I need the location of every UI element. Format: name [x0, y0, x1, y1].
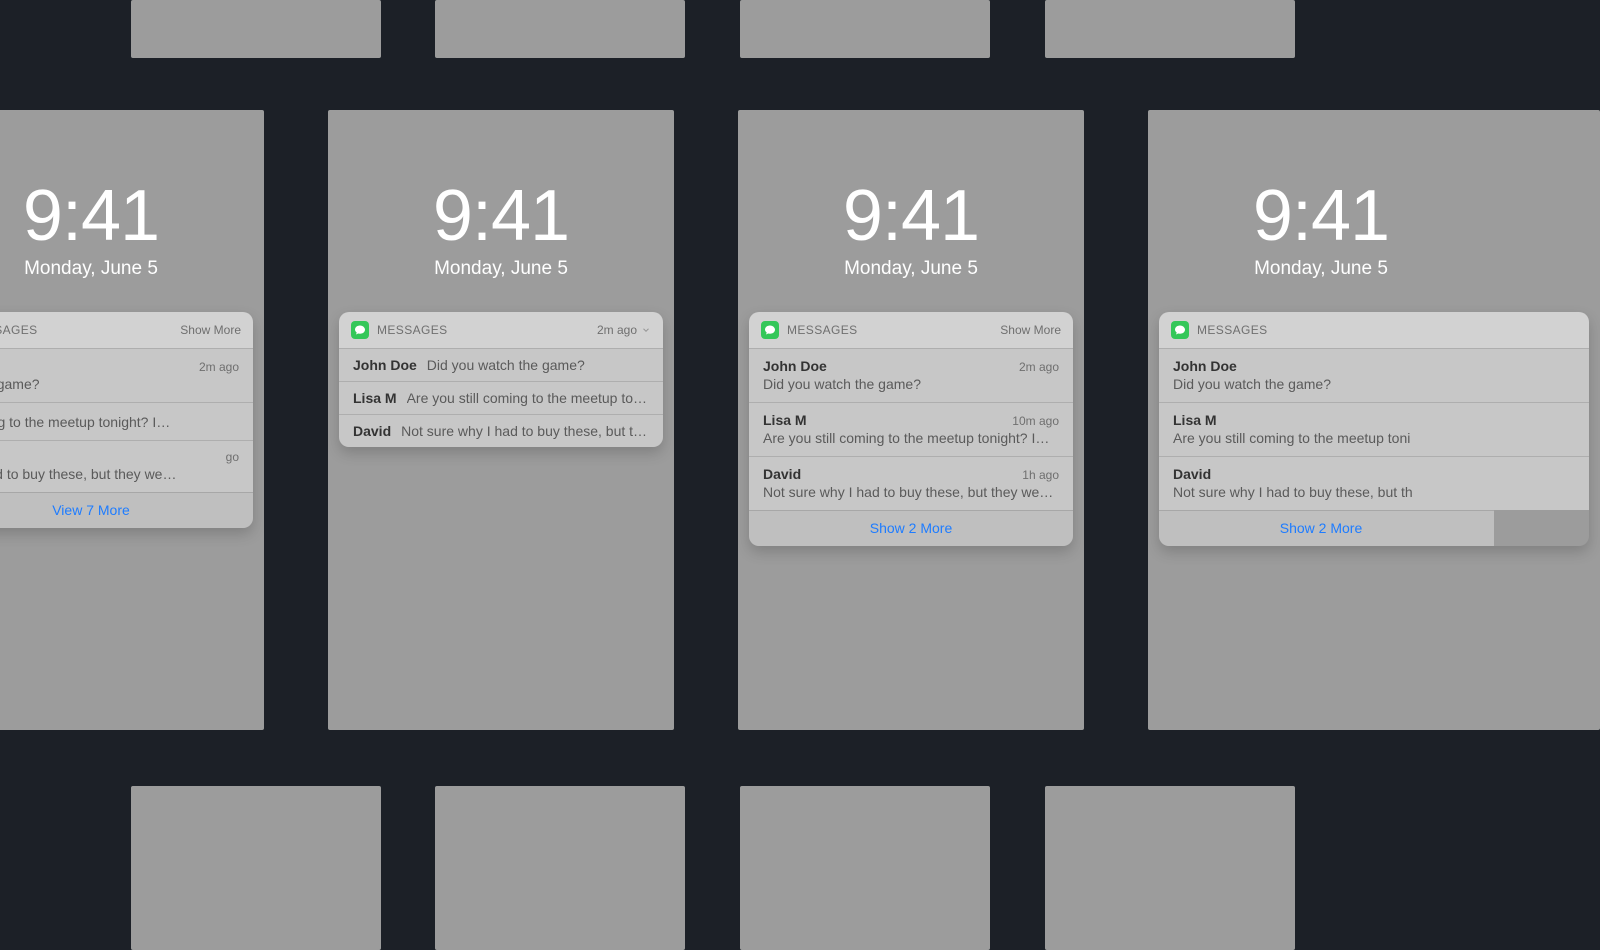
- notification-app-label: MESSAGES: [0, 323, 38, 337]
- ghost-bottom-2: [435, 786, 685, 950]
- ghost-top-2: [435, 0, 685, 58]
- ghost-bottom-4: [1045, 786, 1295, 950]
- ghost-top-3: [740, 0, 990, 58]
- lockscreen-frame-compact: 9:41 Monday, June 5 MESSAGES 2m ago John…: [328, 110, 674, 730]
- sender-name: Lisa M: [1173, 412, 1217, 428]
- notification-item[interactable]: David Not sure why I had to buy these, b…: [1159, 456, 1589, 510]
- notification-app-label: MESSAGES: [787, 323, 858, 337]
- sender-name: Lisa M: [353, 390, 397, 406]
- show-more-link[interactable]: Show 2 More: [1280, 520, 1362, 536]
- messages-app-icon: [761, 321, 779, 339]
- clock-date: Monday, June 5: [1148, 258, 1494, 280]
- notification-item[interactable]: Lisa M Are you still coming to the meetu…: [1159, 402, 1589, 456]
- notification-timestamp: go: [226, 450, 239, 464]
- notification-item[interactable]: e2m ago atch the game?: [0, 348, 253, 402]
- message-preview: atch the game?: [0, 376, 239, 392]
- notification-card-compact[interactable]: MESSAGES 2m ago John Doe Did you watch t…: [339, 312, 663, 447]
- messages-app-icon: [1171, 321, 1189, 339]
- ghost-bottom-1: [131, 786, 381, 950]
- notification-timestamp: 2m ago: [1019, 360, 1059, 374]
- message-preview: Not sure why I had to buy these, but th: [1173, 484, 1575, 500]
- sender-name: John Doe: [353, 357, 417, 373]
- notification-row[interactable]: David Not sure why I had to buy these, b…: [339, 414, 663, 447]
- clock-date: Monday, June 5: [328, 258, 674, 280]
- sender-name: John Doe: [763, 358, 827, 374]
- sender-name: Lisa M: [763, 412, 807, 428]
- clock-time: 9:41: [1148, 180, 1494, 252]
- show-more-link[interactable]: Show 2 More: [870, 520, 952, 536]
- notification-timestamp: 10m ago: [1012, 414, 1059, 428]
- message-preview: Did you watch the game?: [1173, 376, 1575, 392]
- notification-card-stacked[interactable]: MESSAGES Show More John Doe 2m ago Did yo…: [749, 312, 1073, 546]
- notification-item[interactable]: John Doe Did you watch the game?: [1159, 348, 1589, 402]
- sender-name: David: [763, 466, 801, 482]
- lockscreen-frame-right-partial: 9:41 Monday, June 5 MESSAGES John Doe Di…: [1148, 110, 1600, 730]
- sender-name: David: [1173, 466, 1211, 482]
- notification-item[interactable]: Lisa M 10m ago Are you still coming to th…: [749, 402, 1073, 456]
- notification-item[interactable]: John Doe 2m ago Did you watch the game?: [749, 348, 1073, 402]
- chevron-down-icon[interactable]: [641, 325, 651, 335]
- notification-show-more[interactable]: Show More: [180, 323, 241, 337]
- ghost-top-1: [131, 0, 381, 58]
- message-preview: Are you still coming to the meetup toni: [1173, 430, 1575, 446]
- notification-item[interactable]: go why I had to buy these, but they we…: [0, 440, 253, 492]
- sender-name: John Doe: [1173, 358, 1237, 374]
- notification-item[interactable]: David 1h ago Not sure why I had to buy th…: [749, 456, 1073, 510]
- notification-row[interactable]: Lisa M Are you still coming to the meetu…: [339, 381, 663, 414]
- notification-item[interactable]: till coming to the meetup tonight? I…: [0, 402, 253, 440]
- message-preview: Are you still coming to the meetup ton…: [407, 390, 649, 406]
- lockscreen-frame-left-partial: 9:41 Monday, June 5 MESSAGES Show More e…: [0, 110, 264, 730]
- notification-timestamp: 1h ago: [1022, 468, 1059, 482]
- sender-name: David: [353, 423, 391, 439]
- notification-card-stacked[interactable]: MESSAGES John Doe Did you watch the game…: [1159, 312, 1589, 546]
- notification-show-more[interactable]: Show More: [1000, 323, 1061, 337]
- notification-app-label: MESSAGES: [1197, 323, 1268, 337]
- message-preview: Did you watch the game?: [763, 376, 1059, 392]
- ghost-bottom-3: [740, 786, 990, 950]
- clock-time: 9:41: [0, 180, 264, 252]
- notification-app-label: MESSAGES: [377, 323, 448, 337]
- message-preview: Are you still coming to the meetup tonig…: [763, 430, 1059, 446]
- messages-app-icon: [351, 321, 369, 339]
- notification-row[interactable]: John Doe Did you watch the game?: [339, 348, 663, 381]
- message-preview: till coming to the meetup tonight? I…: [0, 414, 239, 430]
- notification-timestamp: 2m ago: [199, 360, 239, 374]
- message-preview: Did you watch the game?: [427, 357, 585, 373]
- notification-card[interactable]: MESSAGES Show More e2m ago atch the game…: [0, 312, 253, 528]
- clock-date: Monday, June 5: [738, 258, 1084, 280]
- message-preview: Not sure why I had to buy these, but the…: [763, 484, 1059, 500]
- clock-time: 9:41: [328, 180, 674, 252]
- view-more-link[interactable]: View 7 More: [52, 502, 130, 518]
- lockscreen-frame-stacked: 9:41 Monday, June 5 MESSAGES Show More J…: [738, 110, 1084, 730]
- message-preview: Not sure why I had to buy these, but th…: [401, 423, 649, 439]
- notification-timestamp: 2m ago: [597, 323, 637, 337]
- ghost-top-4: [1045, 0, 1295, 58]
- message-preview: why I had to buy these, but they we…: [0, 466, 239, 482]
- clock-date: Monday, June 5: [0, 258, 264, 280]
- clock-time: 9:41: [738, 180, 1084, 252]
